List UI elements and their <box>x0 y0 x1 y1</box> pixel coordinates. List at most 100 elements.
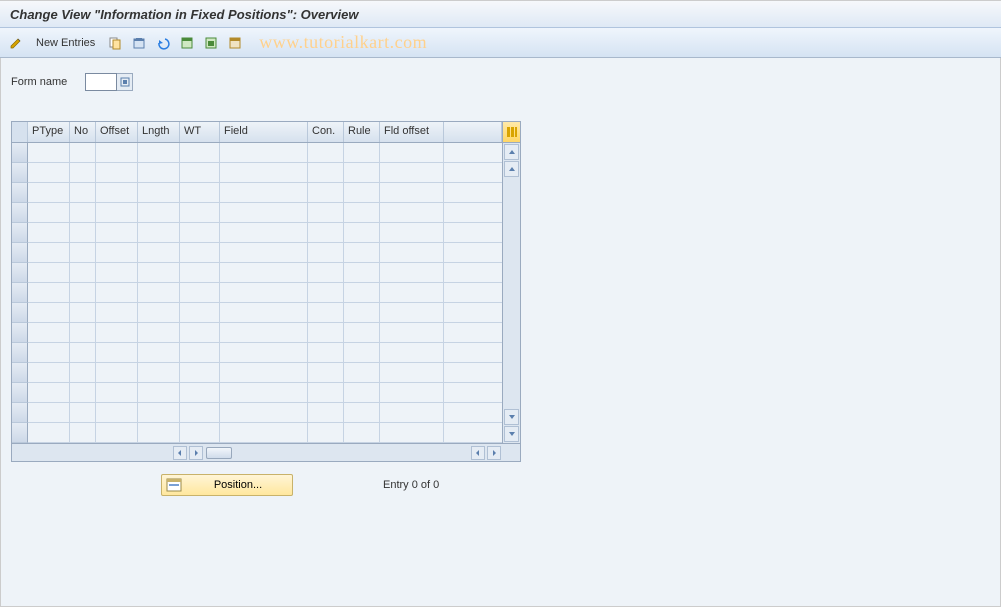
cell-offset[interactable] <box>96 223 138 243</box>
row-selector[interactable] <box>12 403 28 423</box>
cell-rule[interactable] <box>344 403 380 423</box>
cell-rule[interactable] <box>344 423 380 443</box>
cell-lngth[interactable] <box>138 363 180 383</box>
cell-wt[interactable] <box>180 263 220 283</box>
cell-ptype[interactable] <box>28 383 70 403</box>
cell-fldoffset[interactable] <box>380 203 444 223</box>
cell-fldoffset[interactable] <box>380 163 444 183</box>
cell-rule[interactable] <box>344 143 380 163</box>
cell-fldoffset[interactable] <box>380 263 444 283</box>
cell-con[interactable] <box>308 343 344 363</box>
cell-fldoffset[interactable] <box>380 403 444 423</box>
cell-lngth[interactable] <box>138 263 180 283</box>
toggle-change-icon[interactable] <box>6 33 26 53</box>
cell-rule[interactable] <box>344 223 380 243</box>
cell-field[interactable] <box>220 343 308 363</box>
cell-wt[interactable] <box>180 243 220 263</box>
cell-rule[interactable] <box>344 263 380 283</box>
cell-wt[interactable] <box>180 183 220 203</box>
cell-field[interactable] <box>220 203 308 223</box>
cell-offset[interactable] <box>96 383 138 403</box>
col-offset[interactable]: Offset <box>96 122 138 142</box>
cell-no[interactable] <box>70 283 96 303</box>
row-selector[interactable] <box>12 383 28 403</box>
new-entries-button[interactable]: New Entries <box>30 33 101 53</box>
cell-offset[interactable] <box>96 243 138 263</box>
copy-as-icon[interactable] <box>105 33 125 53</box>
position-button[interactable]: Position... <box>161 474 293 496</box>
row-selector[interactable] <box>12 283 28 303</box>
row-selector[interactable] <box>12 223 28 243</box>
vertical-scrollbar[interactable] <box>502 143 520 443</box>
row-selector[interactable] <box>12 303 28 323</box>
cell-con[interactable] <box>308 143 344 163</box>
cell-fldoffset[interactable] <box>380 183 444 203</box>
cell-wt[interactable] <box>180 403 220 423</box>
cell-fldoffset[interactable] <box>380 223 444 243</box>
cell-ptype[interactable] <box>28 363 70 383</box>
cell-field[interactable] <box>220 323 308 343</box>
deselect-all-icon[interactable] <box>225 33 245 53</box>
scroll-up2-icon[interactable] <box>504 161 519 177</box>
cell-fldoffset[interactable] <box>380 143 444 163</box>
cell-wt[interactable] <box>180 143 220 163</box>
cell-field[interactable] <box>220 303 308 323</box>
cell-con[interactable] <box>308 263 344 283</box>
cell-field[interactable] <box>220 423 308 443</box>
cell-con[interactable] <box>308 363 344 383</box>
cell-rule[interactable] <box>344 343 380 363</box>
select-block-icon[interactable] <box>201 33 221 53</box>
cell-lngth[interactable] <box>138 143 180 163</box>
cell-offset[interactable] <box>96 303 138 323</box>
cell-con[interactable] <box>308 283 344 303</box>
cell-no[interactable] <box>70 163 96 183</box>
cell-ptype[interactable] <box>28 223 70 243</box>
cell-rule[interactable] <box>344 323 380 343</box>
cell-lngth[interactable] <box>138 423 180 443</box>
row-selector[interactable] <box>12 243 28 263</box>
cell-rule[interactable] <box>344 203 380 223</box>
cell-ptype[interactable] <box>28 303 70 323</box>
col-lngth[interactable]: Lngth <box>138 122 180 142</box>
cell-ptype[interactable] <box>28 423 70 443</box>
cell-field[interactable] <box>220 143 308 163</box>
cell-offset[interactable] <box>96 323 138 343</box>
cell-wt[interactable] <box>180 323 220 343</box>
cell-lngth[interactable] <box>138 203 180 223</box>
cell-ptype[interactable] <box>28 203 70 223</box>
cell-lngth[interactable] <box>138 303 180 323</box>
cell-field[interactable] <box>220 403 308 423</box>
cell-ptype[interactable] <box>28 323 70 343</box>
scroll-left2-icon[interactable] <box>471 446 485 460</box>
cell-offset[interactable] <box>96 263 138 283</box>
row-selector[interactable] <box>12 163 28 183</box>
cell-fldoffset[interactable] <box>380 383 444 403</box>
cell-lngth[interactable] <box>138 163 180 183</box>
horizontal-scrollbar[interactable] <box>12 443 520 461</box>
col-fldoffset[interactable]: Fld offset <box>380 122 444 142</box>
cell-wt[interactable] <box>180 363 220 383</box>
cell-offset[interactable] <box>96 423 138 443</box>
cell-ptype[interactable] <box>28 143 70 163</box>
cell-con[interactable] <box>308 183 344 203</box>
cell-fldoffset[interactable] <box>380 303 444 323</box>
cell-no[interactable] <box>70 343 96 363</box>
cell-wt[interactable] <box>180 423 220 443</box>
cell-lngth[interactable] <box>138 183 180 203</box>
row-selector[interactable] <box>12 183 28 203</box>
cell-con[interactable] <box>308 403 344 423</box>
cell-fldoffset[interactable] <box>380 363 444 383</box>
cell-fldoffset[interactable] <box>380 243 444 263</box>
form-name-input[interactable] <box>85 73 117 91</box>
cell-fldoffset[interactable] <box>380 323 444 343</box>
cell-field[interactable] <box>220 383 308 403</box>
cell-offset[interactable] <box>96 203 138 223</box>
cell-wt[interactable] <box>180 163 220 183</box>
cell-field[interactable] <box>220 283 308 303</box>
col-rule[interactable]: Rule <box>344 122 380 142</box>
cell-no[interactable] <box>70 303 96 323</box>
cell-field[interactable] <box>220 163 308 183</box>
row-selector[interactable] <box>12 143 28 163</box>
cell-field[interactable] <box>220 363 308 383</box>
cell-lngth[interactable] <box>138 343 180 363</box>
